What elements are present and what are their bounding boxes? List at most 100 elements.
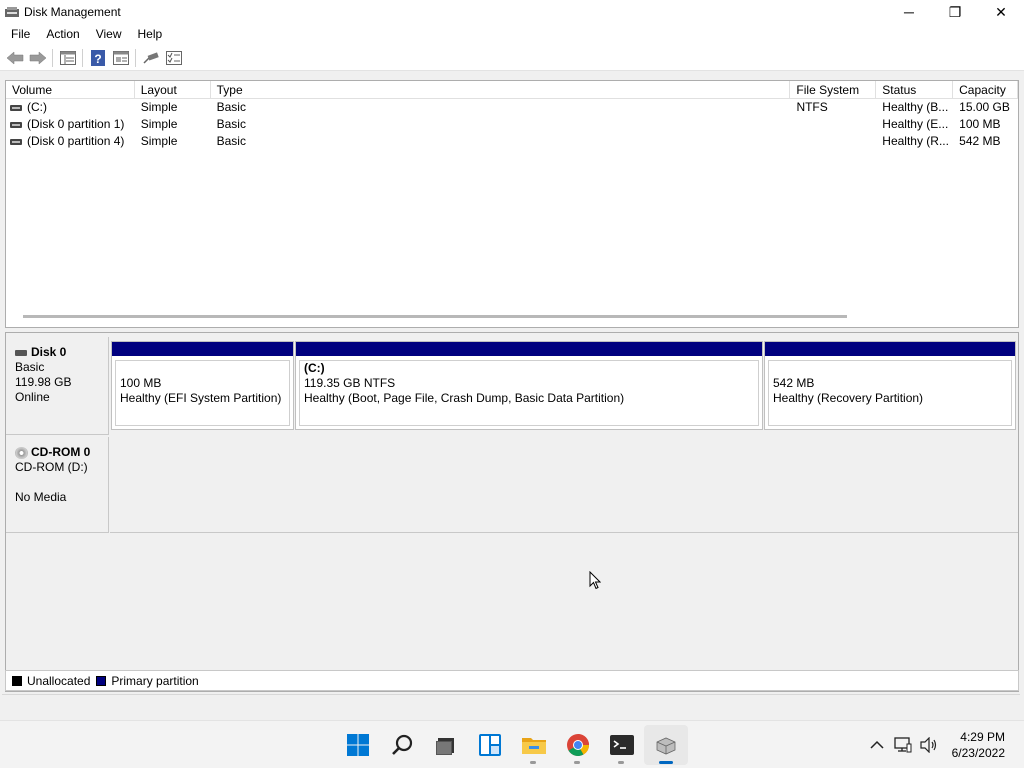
disk-icon <box>15 349 27 356</box>
windows-start-icon <box>347 734 369 756</box>
clock[interactable]: 4:29 PM 6/23/2022 <box>944 729 1024 761</box>
checklist-icon <box>165 50 182 65</box>
partition-size: 119.35 GB NTFS <box>304 376 396 390</box>
volume-list-header: Volume Layout Type File System Status Ca… <box>6 81 1018 99</box>
show-hidden-icons-button[interactable] <box>866 734 888 756</box>
primary-partition-bar <box>112 342 293 356</box>
cdrom-0-type: CD-ROM (D:) <box>15 460 88 474</box>
disk-0-type: Basic <box>15 360 45 374</box>
column-header-file-system[interactable]: File System <box>790 81 877 98</box>
column-header-layout[interactable]: Layout <box>135 81 211 98</box>
terminal-button[interactable] <box>600 725 644 765</box>
horizontal-scrollbar[interactable] <box>23 315 847 318</box>
partition-status: Healthy (Boot, Page File, Crash Dump, Ba… <box>304 391 625 405</box>
volume-layout: Simple <box>140 100 178 114</box>
search-button[interactable] <box>380 725 424 765</box>
running-indicator <box>530 761 536 764</box>
network-button[interactable] <box>892 734 914 756</box>
drive-icon <box>10 104 22 111</box>
volume-status: Healthy (R... <box>882 134 949 148</box>
window-controls: ─ ❐ ✕ <box>886 0 1024 24</box>
menu-action[interactable]: Action <box>38 25 87 44</box>
forward-button[interactable] <box>26 47 49 69</box>
properties-icon <box>112 50 129 65</box>
cdrom-0-label[interactable]: CD-ROM 0 CD-ROM (D:) No Media <box>6 437 109 533</box>
disk-0-label[interactable]: Disk 0 Basic 119.98 GB Online <box>6 337 109 435</box>
active-indicator <box>659 761 673 764</box>
volume-name: (Disk 0 partition 4) <box>27 134 125 148</box>
task-view-button[interactable] <box>424 725 468 765</box>
disk-management-app-icon <box>5 7 19 17</box>
disk-management-taskbar-button[interactable] <box>644 725 688 765</box>
taskbar: 4:29 PM 6/23/2022 <box>0 720 1024 768</box>
column-header-volume[interactable]: Volume <box>6 81 135 98</box>
properties-button[interactable] <box>109 47 132 69</box>
volume-layout: Simple <box>140 117 178 131</box>
volume-file-system <box>790 116 876 133</box>
running-indicator <box>574 761 580 764</box>
cd-icon <box>15 446 28 459</box>
menu-bar: File Action View Help <box>0 24 1024 45</box>
volume-button[interactable] <box>918 734 940 756</box>
primary-partition-bar <box>765 342 1015 356</box>
cdrom-0-name: CD-ROM 0 <box>31 445 91 459</box>
partition-efi[interactable]: 100 MB Healthy (EFI System Partition) <box>111 341 294 430</box>
partition-c[interactable]: (C:) 119.35 GB NTFS Healthy (Boot, Page … <box>295 341 763 430</box>
widgets-button[interactable] <box>468 725 512 765</box>
minimize-button[interactable]: ─ <box>886 0 932 24</box>
primary-partition-bar <box>296 342 762 356</box>
widgets-icon <box>479 734 501 756</box>
terminal-icon <box>610 735 634 755</box>
table-row[interactable]: (Disk 0 partition 1) Simple Basic Health… <box>6 116 1018 133</box>
volume-capacity: 15.00 GB <box>959 100 1010 114</box>
svg-text:?: ? <box>94 52 101 66</box>
cdrom-0-media: No Media <box>15 490 67 504</box>
file-explorer-button[interactable] <box>512 725 556 765</box>
start-button[interactable] <box>336 725 380 765</box>
task-view-icon <box>436 738 454 755</box>
restore-button[interactable]: ❐ <box>932 0 978 24</box>
column-header-capacity[interactable]: Capacity <box>953 81 1018 98</box>
drive-icon <box>10 138 22 145</box>
menu-help[interactable]: Help <box>130 25 171 44</box>
drive-icon <box>10 121 22 128</box>
disk-management-icon <box>656 737 676 755</box>
connect-button[interactable] <box>139 47 162 69</box>
disk-0-name: Disk 0 <box>31 345 67 359</box>
volume-name: (C:) <box>27 100 47 114</box>
legend-label: Primary partition <box>111 673 199 688</box>
disk-map-pane: Disk 0 Basic 119.98 GB Online 100 MB Hea… <box>5 332 1019 692</box>
chrome-button[interactable] <box>556 725 600 765</box>
column-header-status[interactable]: Status <box>876 81 954 98</box>
back-button[interactable] <box>3 47 26 69</box>
volume-list[interactable]: Volume Layout Type File System Status Ca… <box>5 80 1019 328</box>
volume-status: Healthy (E... <box>882 117 949 131</box>
menu-view[interactable]: View <box>88 25 130 44</box>
partition-size: 542 MB <box>773 376 815 390</box>
file-explorer-icon <box>522 738 546 754</box>
disk-list-icon <box>59 50 76 65</box>
help-button[interactable]: ? <box>86 47 109 69</box>
toolbar-separator <box>135 48 136 67</box>
clock-date: 6/23/2022 <box>951 746 1005 760</box>
chevron-up-icon <box>870 740 884 749</box>
partition-status: Healthy (Recovery Partition) <box>773 391 924 405</box>
partition-recovery[interactable]: 542 MB Healthy (Recovery Partition) <box>764 341 1016 430</box>
column-header-type[interactable]: Type <box>211 81 791 98</box>
volume-file-system <box>790 133 876 150</box>
toolbar: ? <box>0 45 1024 71</box>
legend-primary-partition: Primary partition <box>96 673 199 688</box>
primary-partition-swatch <box>96 675 107 686</box>
partition-title <box>773 361 1007 376</box>
checklist-button[interactable] <box>162 47 185 69</box>
volume-type: Basic <box>216 134 246 148</box>
speaker-icon <box>920 737 936 753</box>
legend: Unallocated Primary partition <box>5 670 1019 691</box>
disk-list-button[interactable] <box>56 47 79 69</box>
menu-file[interactable]: File <box>3 25 38 44</box>
clock-time: 4:29 PM <box>960 730 1005 744</box>
table-row[interactable]: (Disk 0 partition 4) Simple Basic Health… <box>6 133 1018 150</box>
close-button[interactable]: ✕ <box>978 0 1024 24</box>
volume-type: Basic <box>216 100 246 114</box>
table-row[interactable]: (C:) Simple Basic NTFS Healthy (B... 15.… <box>6 99 1018 116</box>
